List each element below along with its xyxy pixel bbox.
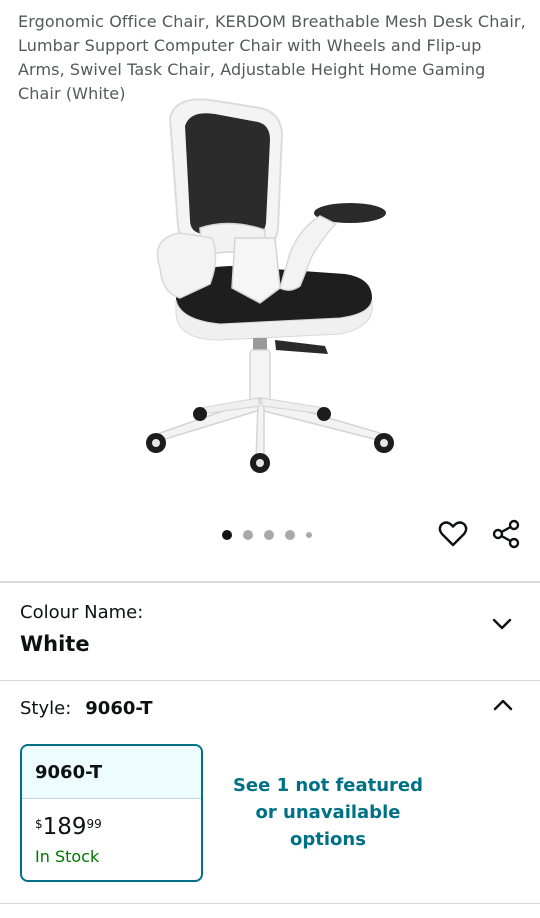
price-symbol: $ (35, 817, 43, 831)
section-divider (0, 903, 540, 904)
heart-icon[interactable] (437, 518, 469, 550)
carousel-dot[interactable] (264, 530, 274, 540)
style-header: Style: 9060-T (20, 698, 152, 719)
product-image[interactable] (0, 88, 540, 498)
see-more-options-link[interactable]: See 1 not featured or unavailable option… (228, 772, 428, 853)
availability-status: In Stock (35, 847, 100, 866)
colour-value: White (20, 632, 90, 656)
chevron-down-icon[interactable] (490, 612, 514, 636)
image-carousel-indicator[interactable] (222, 528, 312, 542)
section-divider (0, 581, 540, 583)
price-fraction: 99 (86, 817, 102, 831)
swatch-price: $ 189 99 (35, 814, 102, 840)
section-divider (0, 680, 540, 681)
style-label: Style: (20, 698, 72, 719)
chair-image (146, 98, 394, 473)
swatch-name: 9060-T (22, 746, 201, 799)
colour-label: Colour Name: (20, 602, 144, 623)
carousel-dot[interactable] (243, 530, 253, 540)
carousel-dot[interactable] (222, 530, 232, 540)
carousel-dot[interactable] (306, 532, 312, 538)
carousel-dot[interactable] (285, 530, 295, 540)
share-icon[interactable] (490, 518, 522, 550)
price-whole: 189 (42, 814, 87, 840)
style-option-swatch[interactable]: 9060-T $ 189 99 In Stock (20, 744, 203, 882)
chevron-up-icon[interactable] (491, 693, 515, 717)
style-value: 9060-T (85, 698, 153, 719)
